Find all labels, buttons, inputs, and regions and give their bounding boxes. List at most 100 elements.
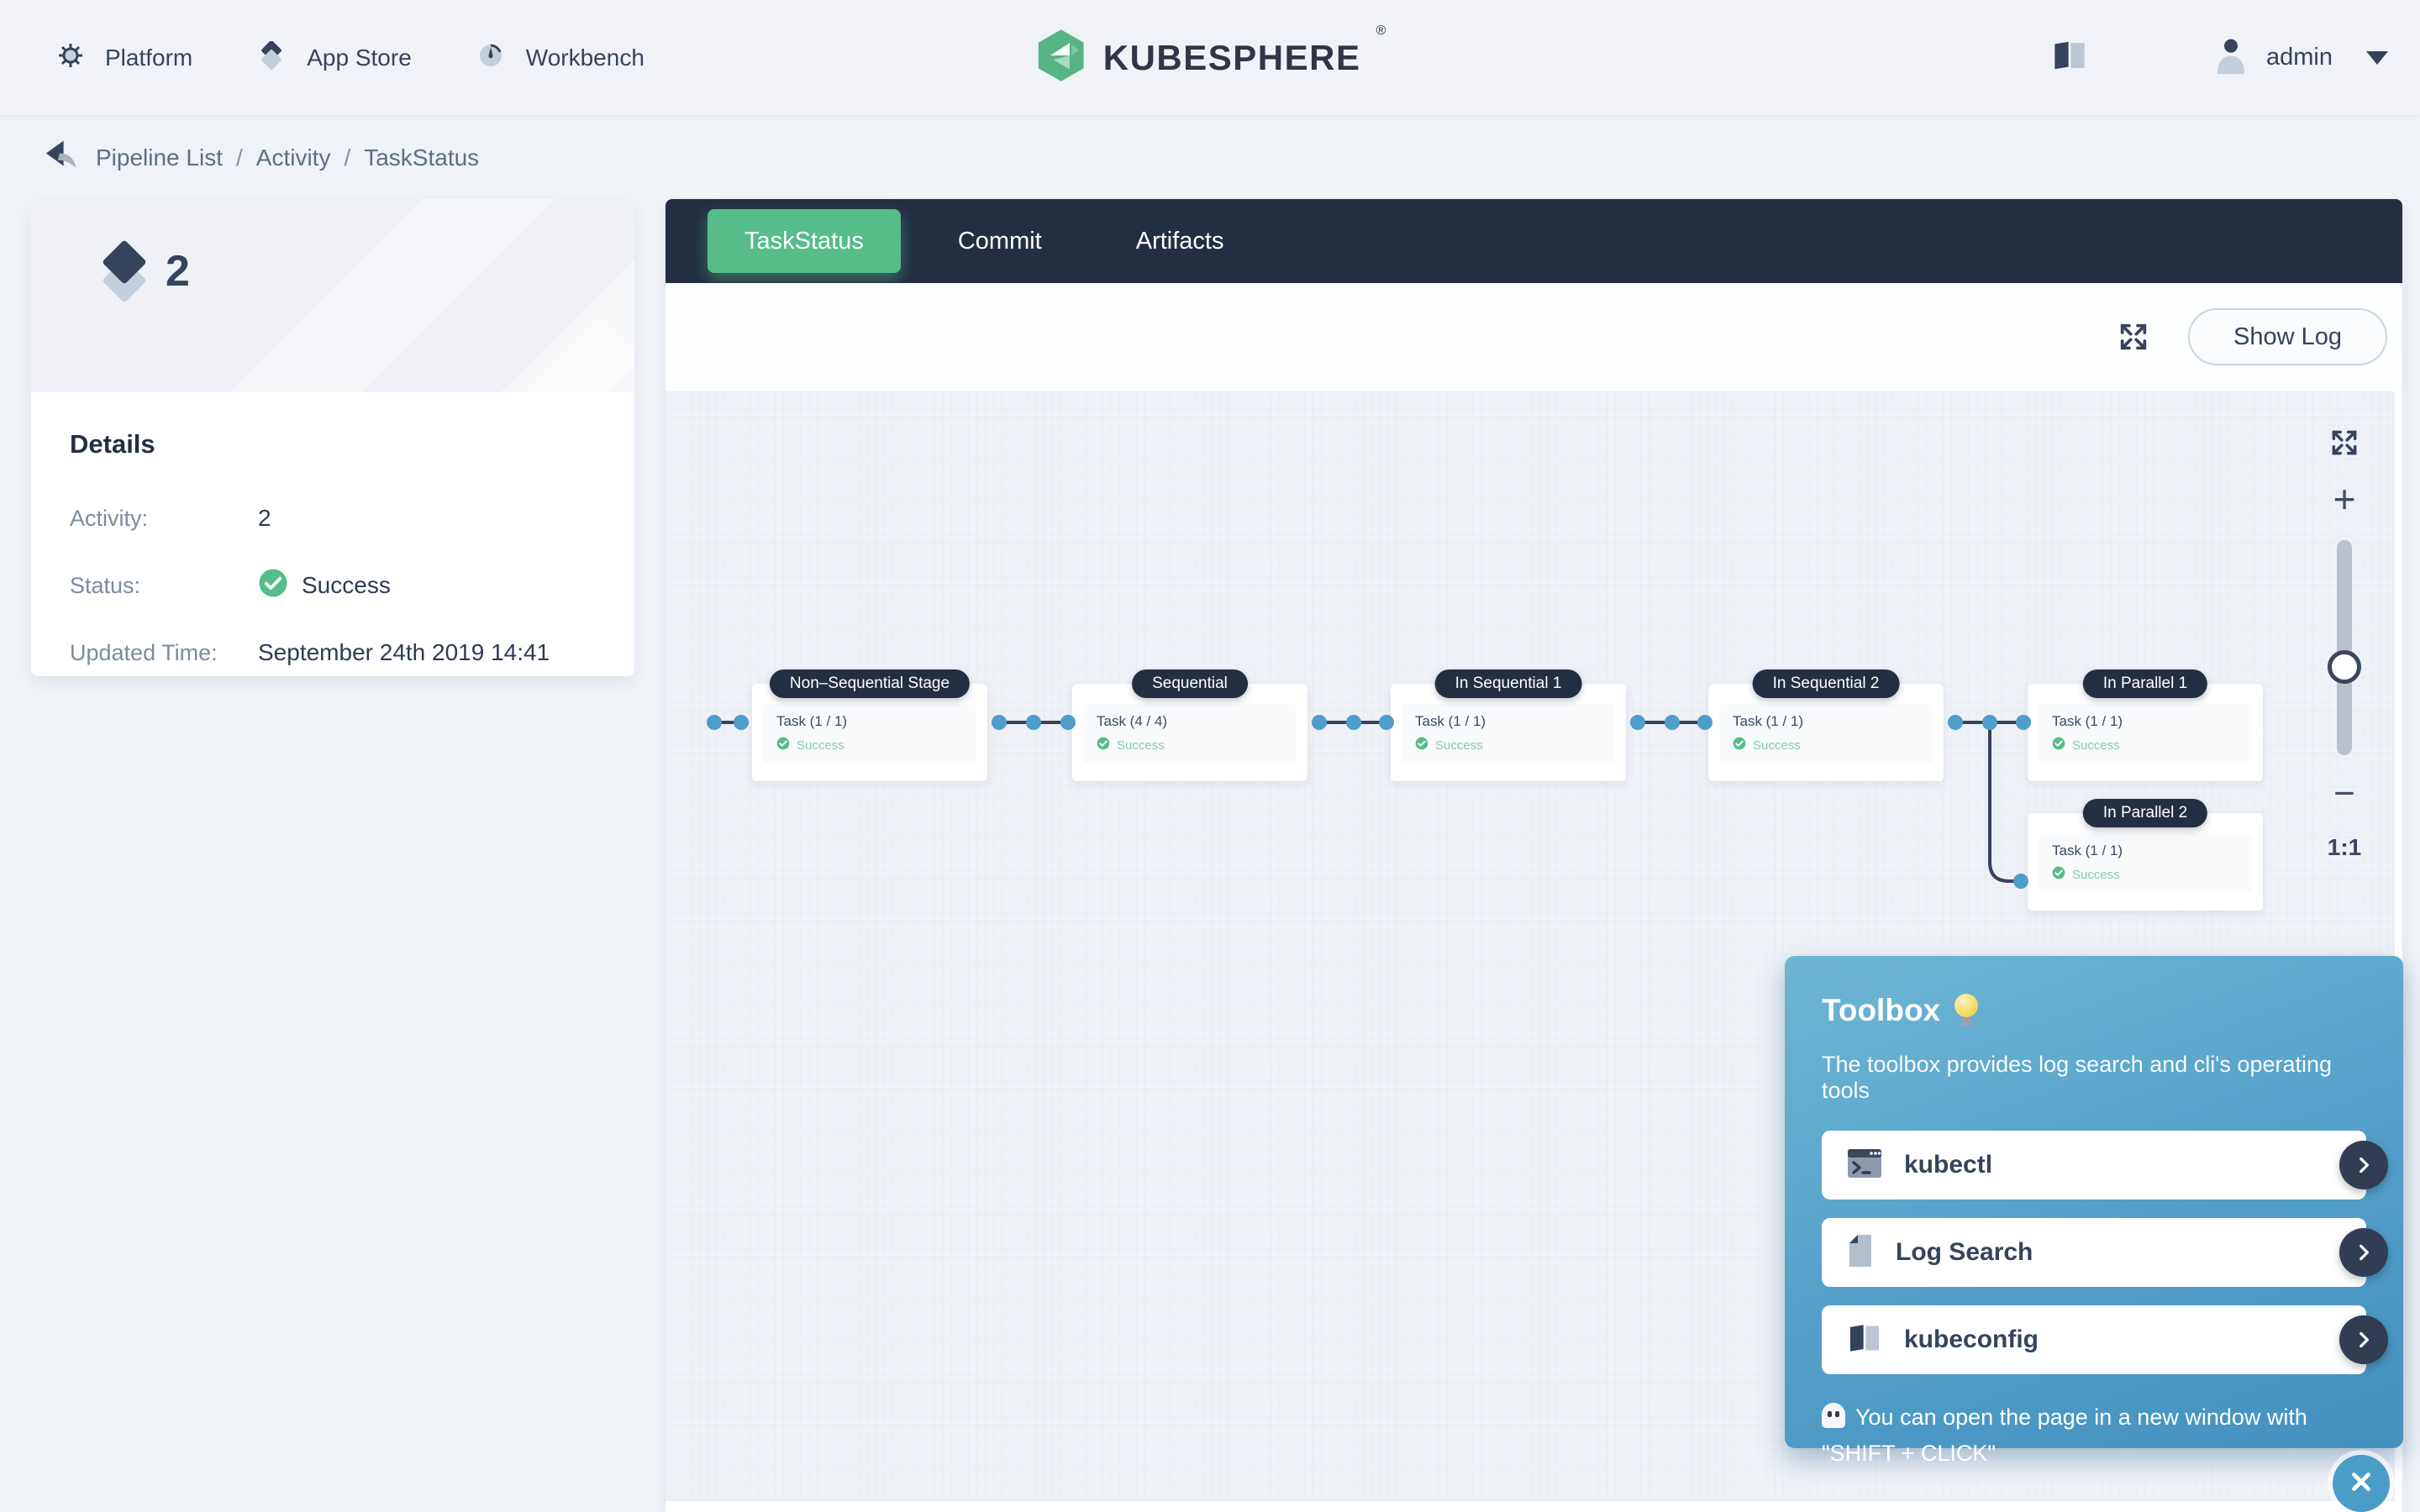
tab-taskstatus[interactable]: TaskStatus <box>708 209 901 273</box>
toolbox-item-kubectl[interactable]: kubectl <box>1822 1131 2366 1200</box>
user-menu[interactable]: admin <box>2214 37 2388 78</box>
stage-card-in-sequential-1[interactable]: In Sequential 1 Task (1 / 1) Success <box>1391 684 1626 781</box>
activity-summary-card: 2 Rerun Details Activity: 2 Status: Succ… <box>31 199 634 676</box>
stage-name-pill: In Parallel 1 <box>2083 669 2207 698</box>
docs-book-icon[interactable] <box>2051 39 2088 76</box>
chevron-right-icon[interactable] <box>2339 1315 2388 1364</box>
graph-toolbar: Show Log <box>666 283 2402 391</box>
task-count: Task (1 / 1) <box>1733 713 1919 730</box>
stage-task[interactable]: Task (1 / 1) Success <box>2039 704 2252 763</box>
nav-item-app-store[interactable]: App Store <box>258 41 412 74</box>
logo-text: KUBESPHERE <box>1103 38 1361 78</box>
status-value: Success <box>258 568 391 604</box>
details-title: Details <box>70 429 596 459</box>
toolbox-subtitle: The toolbox provides log search and cli'… <box>1822 1052 2366 1104</box>
breadcrumb-activity[interactable]: Activity <box>256 144 331 171</box>
nav-item-label: Platform <box>105 45 192 71</box>
task-status: Success <box>1097 737 1283 753</box>
stage-task[interactable]: Task (4 / 4) Success <box>1083 704 1297 763</box>
breadcrumb-separator: / <box>344 144 350 171</box>
toolbox-item-label: kubectl <box>1904 1151 1992 1179</box>
task-count: Task (1 / 1) <box>2052 843 2238 859</box>
detail-value: September 24th 2019 14:41 <box>258 639 550 666</box>
ghost-icon <box>1822 1403 1845 1428</box>
task-status: Success <box>2052 737 2238 753</box>
nav-item-workbench[interactable]: Workbench <box>477 42 644 73</box>
task-status: Success <box>1733 737 1919 753</box>
document-icon <box>1847 1234 1874 1272</box>
detail-row-status: Status: Success <box>70 565 596 606</box>
check-icon <box>1415 737 1428 753</box>
detail-value: 2 <box>258 505 271 532</box>
canvas-fullscreen-icon[interactable] <box>2328 427 2360 463</box>
back-icon[interactable] <box>40 139 79 178</box>
task-status-text: Success <box>1117 738 1165 753</box>
toolbox-title-text: Toolbox <box>1822 993 1940 1028</box>
zoom-slider-handle[interactable] <box>2328 650 2361 684</box>
canvas-zoom-controls: + − 1:1 <box>2324 427 2365 861</box>
tab-commit[interactable]: Commit <box>921 209 1079 273</box>
top-navbar: Platform App Store Workbench KUBESPHERE … <box>0 0 2420 116</box>
check-icon <box>2052 866 2065 883</box>
zoom-reset-ratio[interactable]: 1:1 <box>2328 834 2361 861</box>
nav-menu: Platform App Store Workbench <box>58 0 644 115</box>
logo[interactable]: KUBESPHERE ® <box>1034 0 1386 115</box>
stage-name-pill: In Sequential 2 <box>1753 669 1900 698</box>
task-status: Success <box>1415 737 1602 753</box>
breadcrumb-pipeline-list[interactable]: Pipeline List <box>96 144 223 171</box>
toolbox-item-log-search[interactable]: Log Search <box>1822 1218 2366 1287</box>
stage-task[interactable]: Task (1 / 1) Success <box>1402 704 1615 763</box>
stage-card-in-parallel-2[interactable]: In Parallel 2 Task (1 / 1) Success <box>2028 813 2263 911</box>
chevron-right-icon[interactable] <box>2339 1228 2388 1277</box>
tab-bar: TaskStatus Commit Artifacts <box>666 199 2402 283</box>
status-text: Success <box>302 572 391 599</box>
user-avatar-icon <box>2214 37 2248 78</box>
detail-label: Activity: <box>70 506 258 532</box>
toolbox-item-kubeconfig[interactable]: kubeconfig <box>1822 1305 2366 1374</box>
stage-card-in-parallel-1[interactable]: In Parallel 1 Task (1 / 1) Success <box>2028 684 2263 781</box>
detail-row-activity: Activity: 2 <box>70 498 596 538</box>
toolbox-item-label: Log Search <box>1896 1238 2033 1267</box>
stage-name-pill: In Parallel 2 <box>2083 799 2207 827</box>
zoom-slider-track[interactable] <box>2337 540 2352 755</box>
nav-item-label: Workbench <box>526 45 644 71</box>
breadcrumb-taskstatus: TaskStatus <box>364 144 479 171</box>
book-icon <box>1847 1322 1882 1358</box>
chevron-right-icon[interactable] <box>2339 1141 2388 1189</box>
detail-label: Updated Time: <box>70 640 258 666</box>
stage-task[interactable]: Task (1 / 1) Success <box>763 704 976 763</box>
activity-layers-icon <box>105 243 155 303</box>
zoom-in-button[interactable]: + <box>2333 480 2356 518</box>
stage-task[interactable]: Task (1 / 1) Success <box>2039 833 2252 892</box>
show-log-button[interactable]: Show Log <box>2188 308 2387 365</box>
stage-task[interactable]: Task (1 / 1) Success <box>1719 704 1933 763</box>
success-check-icon <box>258 568 288 604</box>
fullscreen-icon[interactable] <box>2117 320 2150 358</box>
stage-card-in-sequential-2[interactable]: In Sequential 2 Task (1 / 1) Success <box>1708 684 1944 781</box>
terminal-icon <box>1847 1148 1882 1183</box>
stage-card-sequential[interactable]: Sequential Task (4 / 4) Success <box>1072 684 1307 781</box>
tab-artifacts[interactable]: Artifacts <box>1099 209 1261 273</box>
task-status-text: Success <box>2072 868 2120 882</box>
zoom-out-button[interactable]: − <box>2333 775 2355 812</box>
toolbox-note: You can open the page in a new window wi… <box>1822 1399 2366 1472</box>
toolbox-close-button[interactable] <box>2333 1455 2390 1512</box>
caret-down-icon <box>2366 51 2388 65</box>
toolbox-title: Toolbox <box>1822 993 2366 1028</box>
detail-label: Status: <box>70 573 258 599</box>
task-count: Task (1 / 1) <box>1415 713 1602 730</box>
task-status-text: Success <box>2072 738 2120 753</box>
task-status-text: Success <box>1753 738 1801 753</box>
nav-item-platform[interactable]: Platform <box>58 43 192 72</box>
logo-registered-mark: ® <box>1376 24 1386 39</box>
breadcrumb: Pipeline List / Activity / TaskStatus <box>40 134 479 181</box>
bulb-icon <box>1954 994 1979 1027</box>
task-count: Task (1 / 1) <box>2052 713 2238 730</box>
task-status: Success <box>776 737 963 753</box>
stage-name-pill: In Sequential 1 <box>1435 669 1582 698</box>
stage-card-non-sequential[interactable]: Non–Sequential Stage Task (1 / 1) Succes… <box>752 684 987 781</box>
details-section: Details Activity: 2 Status: Success Upda… <box>31 392 634 676</box>
toolbox-note-text: You can open the page in a new window wi… <box>1822 1404 2307 1466</box>
task-count: Task (4 / 4) <box>1097 713 1283 730</box>
task-status-text: Success <box>797 738 844 753</box>
